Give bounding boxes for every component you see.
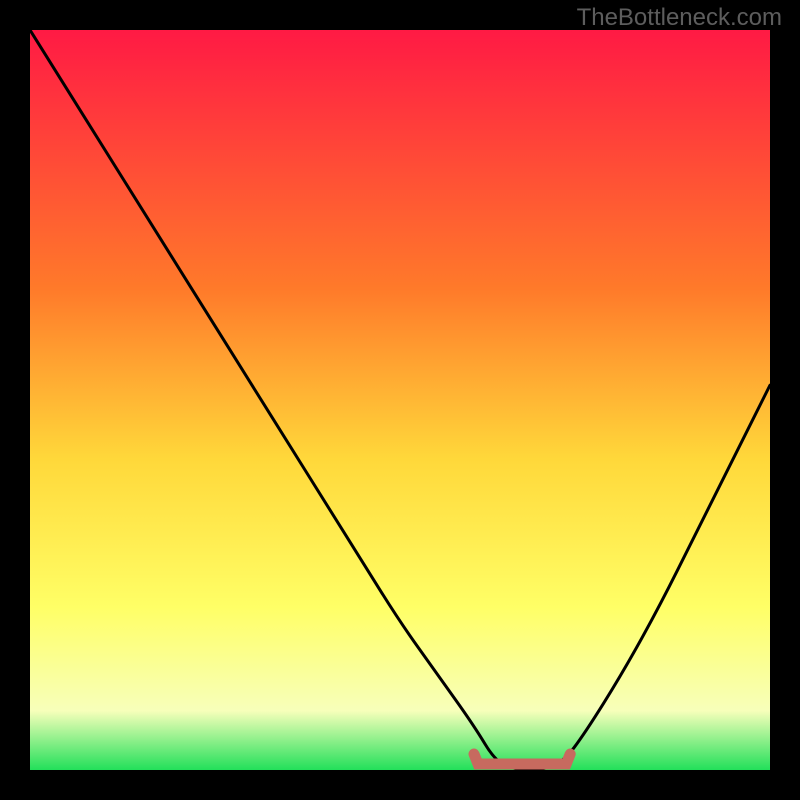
bottleneck-chart: [30, 30, 770, 770]
watermark-text: TheBottleneck.com: [577, 4, 782, 32]
plot-area: [30, 30, 770, 770]
gradient-background: [30, 30, 770, 770]
chart-frame: TheBottleneck.com: [0, 0, 800, 800]
